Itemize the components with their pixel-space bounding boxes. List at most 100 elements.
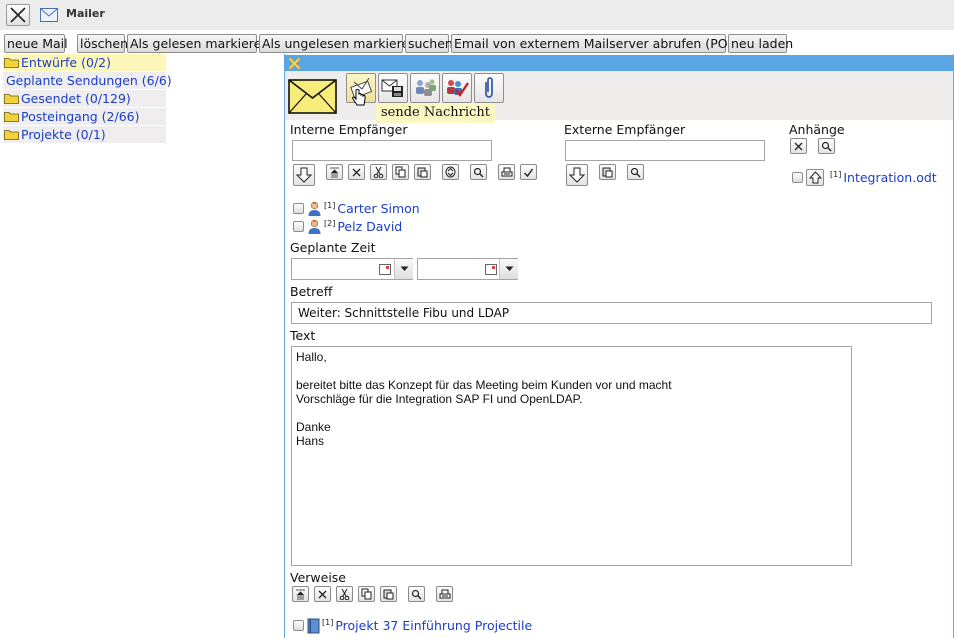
paste-external-button[interactable] xyxy=(599,164,616,180)
search-attachment-button[interactable] xyxy=(818,138,835,154)
reference-index: [1] xyxy=(322,618,334,627)
app-title: Mailer xyxy=(66,7,105,20)
chevron-down-icon xyxy=(505,266,513,271)
cut-recipient-button[interactable] xyxy=(370,164,387,180)
ref-cut-button[interactable] xyxy=(336,586,353,602)
add-internal-recipient-button[interactable] xyxy=(293,164,315,186)
attachment-link[interactable]: Integration.odt xyxy=(843,170,936,185)
add-external-recipient-button[interactable] xyxy=(566,164,588,186)
x-icon xyxy=(352,168,361,176)
magnifier-icon xyxy=(411,589,422,599)
compose-panel-header xyxy=(284,55,954,71)
attachment-index: [1] xyxy=(830,170,842,179)
confirm-recipients-button[interactable] xyxy=(520,164,537,180)
folder-icon xyxy=(4,112,19,122)
calendar-icon xyxy=(484,263,497,275)
address-book-button[interactable] xyxy=(410,73,440,103)
subject-input[interactable] xyxy=(291,302,932,324)
folder-label: Posteingang (2/66) xyxy=(21,109,140,124)
paste-recipient-button[interactable] xyxy=(414,164,431,180)
remove-recipient-button[interactable] xyxy=(348,164,365,180)
date-dropdown-button[interactable] xyxy=(394,259,413,279)
check-recipients-button[interactable] xyxy=(442,73,472,103)
message-body-textarea[interactable]: Hallo, bereitet bitte das Konzept für da… xyxy=(291,346,852,566)
printer-icon xyxy=(439,589,450,598)
close-panel-icon[interactable] xyxy=(288,57,301,70)
fetch-pop3-button[interactable]: Email von externem Mailserver abrufen (P… xyxy=(451,34,748,53)
move-to-top-button[interactable] xyxy=(326,164,343,180)
internal-recipients-label: Interne Empfänger xyxy=(290,122,408,137)
folder-label: Gesendet (0/129) xyxy=(21,91,131,106)
external-recipients-input[interactable] xyxy=(565,140,765,161)
sort-recipients-button[interactable] xyxy=(442,164,459,180)
upload-attachment-button[interactable] xyxy=(806,169,824,186)
mark-unread-button[interactable]: Als ungelesen markieren xyxy=(259,34,417,53)
scheduled-time-field[interactable] xyxy=(417,258,518,280)
reference-checkbox[interactable] xyxy=(293,620,304,631)
search-external-button[interactable] xyxy=(627,164,644,180)
ref-paste-button[interactable] xyxy=(380,586,397,602)
recipient-checkbox[interactable] xyxy=(293,203,304,214)
time-dropdown-button[interactable] xyxy=(499,259,518,279)
reload-button[interactable]: neu laden xyxy=(728,34,793,53)
internal-recipients-input[interactable] xyxy=(292,140,492,161)
scheduled-date-field[interactable] xyxy=(291,258,413,280)
recipient-link[interactable]: Carter Simon xyxy=(337,201,419,216)
search-button[interactable]: suchen xyxy=(405,34,453,53)
print-recipients-button[interactable] xyxy=(498,164,515,180)
attachment-item: [1] Integration.odt xyxy=(792,169,937,186)
folder-tree: Entwürfe (0/2) Geplante Sendungen (6/6) Ge… xyxy=(3,54,172,143)
person-icon xyxy=(308,219,321,234)
folder-item[interactable]: Posteingang (2/66) xyxy=(3,108,166,125)
project-book-icon xyxy=(307,618,320,633)
text-label: Text xyxy=(290,328,316,343)
time-picker-button[interactable] xyxy=(482,259,499,279)
folder-label: Projekte (0/1) xyxy=(21,127,106,142)
copy-icon xyxy=(395,166,406,178)
attachment-checkbox[interactable] xyxy=(792,172,803,183)
recipient-link[interactable]: Pelz David xyxy=(337,219,402,234)
list-top-icon xyxy=(296,589,305,599)
folder-label: Geplante Sendungen (6/6) xyxy=(6,73,172,88)
envelope-save-icon xyxy=(381,79,403,97)
folder-icon xyxy=(4,94,19,104)
close-icon xyxy=(10,7,26,23)
delete-button[interactable]: löschen xyxy=(77,34,128,53)
close-window-button[interactable] xyxy=(6,4,30,26)
folder-item[interactable]: Geplante Sendungen (6/6) xyxy=(3,72,172,89)
ref-remove-button[interactable] xyxy=(314,586,331,602)
users-group-icon xyxy=(416,79,436,96)
folder-item[interactable]: Projekte (0/1) xyxy=(3,126,166,143)
mark-read-button[interactable]: Als gelesen markieren xyxy=(127,34,269,53)
date-picker-button[interactable] xyxy=(376,259,393,279)
reference-item: [1] Projekt 37 Einführung Projectile xyxy=(293,617,532,634)
folder-icon xyxy=(4,130,19,140)
ref-search-button[interactable] xyxy=(408,586,425,602)
subject-label: Betreff xyxy=(290,284,333,299)
paste-icon xyxy=(417,167,428,178)
reference-link[interactable]: Projekt 37 Einführung Projectile xyxy=(335,618,532,633)
ref-move-top-button[interactable] xyxy=(292,586,309,602)
folder-item[interactable]: Gesendet (0/129) xyxy=(3,90,166,107)
recipient-checkbox[interactable] xyxy=(293,221,304,232)
folder-item[interactable]: Entwürfe (0/2) xyxy=(3,54,166,71)
folder-label: Entwürfe (0/2) xyxy=(21,55,111,70)
ref-print-button[interactable] xyxy=(436,586,453,602)
attach-file-button[interactable] xyxy=(474,73,504,103)
magnifier-icon xyxy=(473,167,484,177)
remove-attachment-button[interactable] xyxy=(790,138,807,154)
ref-copy-button[interactable] xyxy=(358,586,375,602)
copy-recipient-button[interactable] xyxy=(392,164,409,180)
folder-icon xyxy=(4,58,19,68)
save-draft-button[interactable] xyxy=(378,73,408,103)
title-bar xyxy=(0,0,954,30)
recipient-index: [1] xyxy=(324,201,336,210)
scheduled-time-label: Geplante Zeit xyxy=(290,240,376,255)
hand-cursor-icon xyxy=(352,89,366,106)
new-mail-button[interactable]: neue Mail xyxy=(4,34,68,53)
search-recipient-button[interactable] xyxy=(470,164,487,180)
paste-icon xyxy=(602,167,613,178)
external-recipients-label: Externe Empfänger xyxy=(564,122,686,137)
arrow-down-icon xyxy=(569,167,585,183)
main-toolbar: neue Mail löschen Als gelesen markieren … xyxy=(0,31,954,54)
